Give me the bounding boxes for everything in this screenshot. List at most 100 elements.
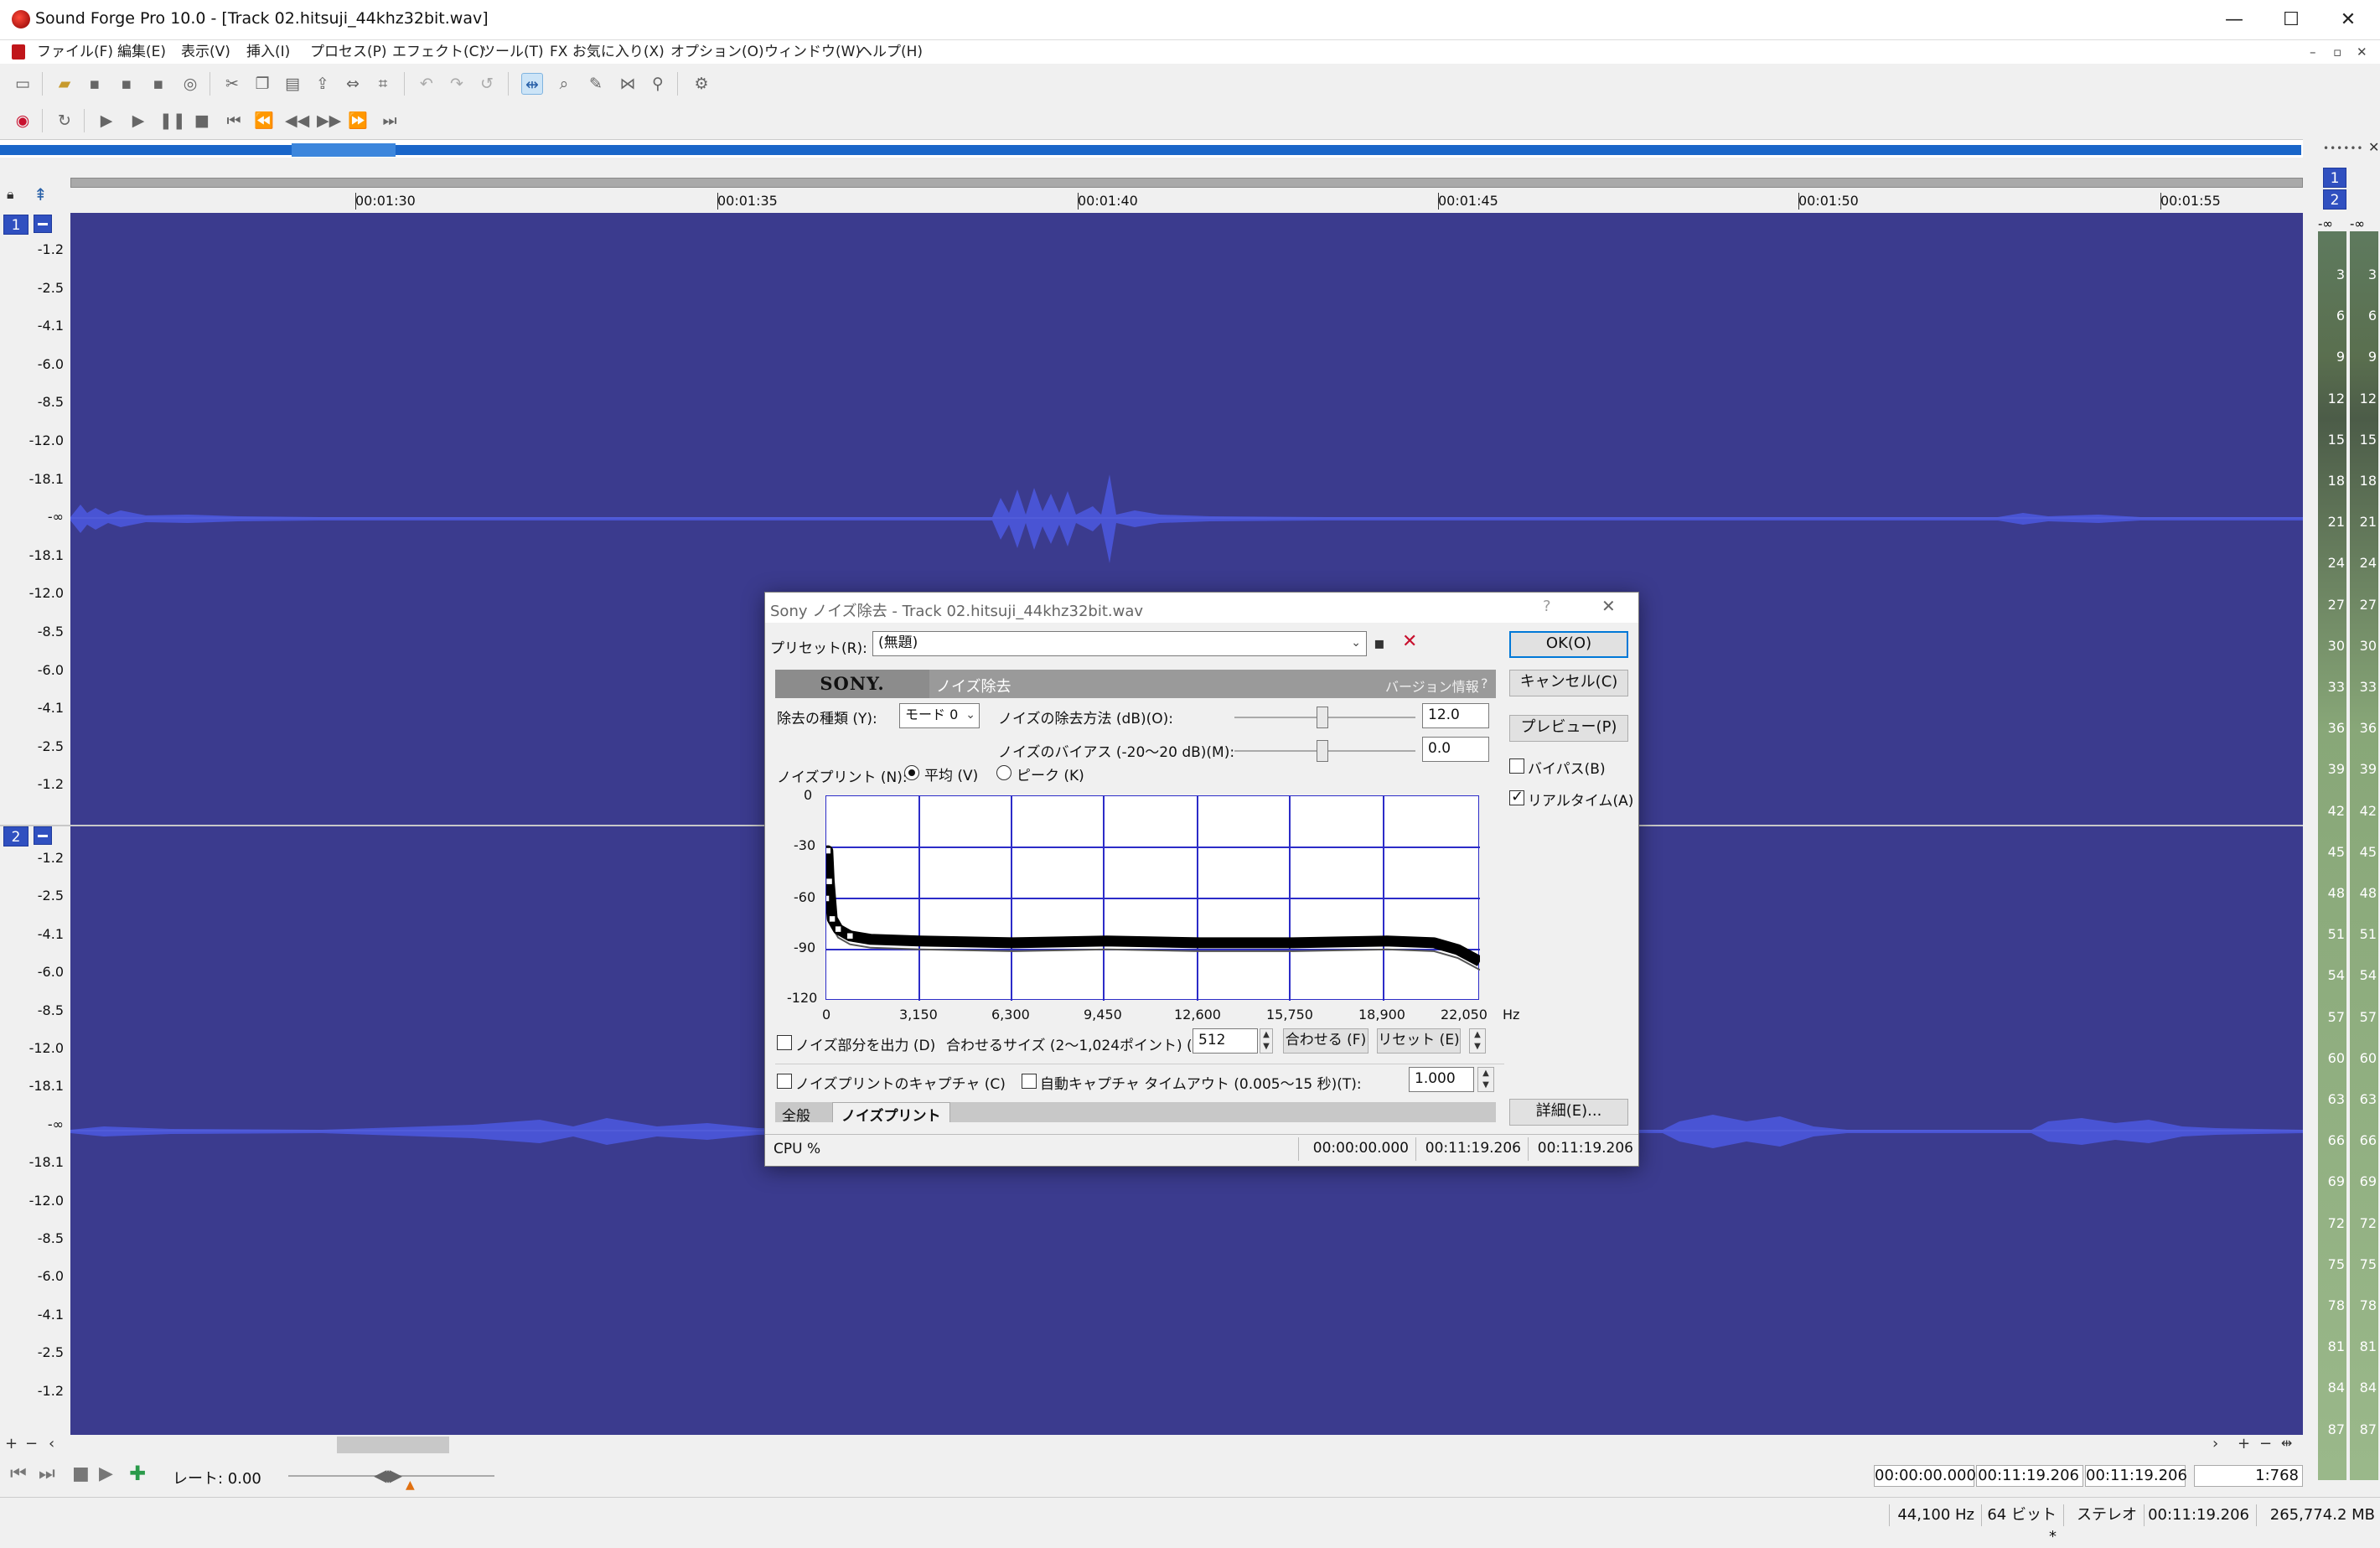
bypass-checkbox[interactable] (1509, 758, 1524, 774)
plugin-help-link[interactable]: ? (1481, 676, 1488, 691)
horizontal-scrollbar[interactable] (70, 1435, 2207, 1455)
output-noise-checkbox[interactable] (777, 1035, 792, 1050)
play-small-icon[interactable]: ▶ (99, 1463, 113, 1484)
play-icon[interactable]: ▶ (127, 110, 149, 132)
selection-end-display[interactable]: 00:11:19.206 (1976, 1465, 2083, 1487)
go-end-icon[interactable]: ⏭ (379, 110, 401, 132)
ruler-icon[interactable]: ⇞ (34, 184, 48, 205)
zoom-fit-icon[interactable]: ⇹ (2281, 1435, 2292, 1451)
menu-insert[interactable]: 挿入(I) (243, 40, 293, 64)
stop-icon[interactable]: ■ (191, 110, 213, 132)
menu-process[interactable]: プロセス(P) (307, 40, 391, 64)
new-file-icon[interactable]: ▭ (12, 73, 34, 95)
go-start-small-icon[interactable]: ⏮ (10, 1463, 27, 1484)
vu-close-icon[interactable]: ✕ (2368, 139, 2379, 155)
plugin-chainer-icon[interactable]: ⚙ (691, 73, 712, 95)
cut-icon[interactable]: ✂ (221, 73, 243, 95)
reset-button[interactable]: リセット (E) (1377, 1028, 1461, 1054)
close-button[interactable]: ✕ (2316, 0, 2380, 40)
scroll-left-icon[interactable]: ‹ (49, 1435, 54, 1452)
doc-restore-icon[interactable]: ▫ (2330, 40, 2345, 64)
fit-button[interactable]: 合わせる (F) (1283, 1028, 1368, 1054)
scroll-right-icon[interactable]: › (2212, 1435, 2218, 1452)
preview-button[interactable]: プレビュー(P) (1509, 715, 1628, 742)
time-ruler[interactable]: 00:01:30 00:01:35 00:01:40 00:01:45 00:0… (70, 174, 2303, 211)
auto-capture-spinner[interactable]: ▲ ▼ (1477, 1067, 1494, 1092)
dialog-help-button[interactable]: ? (1543, 598, 1551, 615)
copy-icon[interactable]: ❐ (251, 73, 273, 95)
overview-selection[interactable] (292, 143, 396, 157)
average-radio[interactable] (904, 765, 919, 780)
fit-size-spinner[interactable]: ▲ ▼ (1260, 1028, 1273, 1054)
loop-icon[interactable]: ↻ (54, 110, 75, 132)
save-all-icon[interactable]: ▪ (147, 73, 169, 95)
menu-tools[interactable]: ツール(T) (478, 40, 547, 64)
redo-icon[interactable]: ↷ (446, 73, 468, 95)
status-channels[interactable]: ステレオ (2063, 1504, 2142, 1526)
noiseprint-graph[interactable] (825, 795, 1480, 1001)
menu-file[interactable]: ファイル(F) (34, 40, 116, 64)
envelope-tool-icon[interactable]: ⋈ (617, 73, 639, 95)
zoom-out-level-icon[interactable]: − (25, 1435, 38, 1452)
menu-effects[interactable]: エフェクト(C) (389, 40, 488, 64)
save-as-icon[interactable]: ▪ (116, 73, 137, 95)
pencil-tool-icon[interactable]: ✎ (585, 73, 607, 95)
vu-channel-2-button[interactable]: 2 (2323, 189, 2346, 210)
save-preset-icon[interactable]: ▪ (1374, 633, 1385, 653)
method-input[interactable]: 12.0 (1422, 703, 1489, 728)
version-info-link[interactable]: バージョン情報 (1385, 676, 1479, 696)
fit-size-input[interactable]: 512 (1193, 1028, 1258, 1054)
repeat-icon[interactable]: ↺ (476, 73, 498, 95)
doc-close-icon[interactable]: ✕ (2353, 40, 2371, 64)
cancel-button[interactable]: キャンセル(C) (1509, 670, 1628, 696)
noiseprint-point[interactable] (826, 894, 830, 903)
paste-icon[interactable]: ▤ (282, 73, 303, 95)
play-all-icon[interactable]: ▶ (96, 110, 117, 132)
horizontal-scroll-thumb[interactable] (337, 1437, 449, 1453)
channel-2-button[interactable]: 2 (3, 826, 28, 846)
noiseprint-point[interactable] (834, 924, 842, 934)
noiseprint-point[interactable] (828, 914, 836, 924)
overview-bar[interactable] (0, 139, 2303, 158)
maximize-button[interactable]: ☐ (2259, 0, 2323, 40)
minimize-button[interactable]: — (2202, 0, 2266, 40)
next-marker-icon[interactable]: ⏩ (347, 110, 369, 132)
bias-input[interactable]: 0.0 (1422, 737, 1489, 762)
vu-channel-1-button[interactable]: 1 (2323, 168, 2346, 188)
channel-1-button[interactable]: 1 (3, 215, 28, 235)
status-bit-depth[interactable]: 64 ビット * (1981, 1504, 2062, 1545)
trim-icon[interactable]: ⌗ (372, 73, 394, 95)
method-slider-thumb[interactable] (1317, 707, 1328, 728)
menu-view[interactable]: 表示(V) (178, 40, 234, 64)
selection-start-display[interactable]: 00:00:00.000 (1874, 1465, 1976, 1487)
menu-window[interactable]: ウィンドウ(W) (761, 40, 864, 64)
noiseprint-point[interactable] (826, 846, 832, 855)
tab-general[interactable]: 全般 (782, 1104, 810, 1125)
menu-help[interactable]: ヘルプ(H) (855, 40, 926, 64)
doc-minimize-icon[interactable]: – (2306, 40, 2320, 64)
mix-icon[interactable]: ⇪ (312, 73, 334, 95)
zoom-in-level-icon[interactable]: + (5, 1435, 18, 1452)
bias-slider-thumb[interactable] (1317, 740, 1328, 762)
noiseprint-point[interactable] (846, 931, 855, 940)
menu-edit[interactable]: 編集(E) (114, 40, 169, 64)
crossfade-icon[interactable]: ⇔ (342, 73, 364, 95)
menu-fx-favorites[interactable]: FX お気に入り(X) (546, 40, 668, 64)
edit-tool-icon[interactable]: ⇹ (521, 73, 543, 95)
peak-radio[interactable] (996, 765, 1012, 780)
rewind-icon[interactable]: ◀◀ (285, 110, 309, 132)
realtime-checkbox[interactable] (1509, 788, 1524, 805)
ok-button[interactable]: OK(O) (1509, 631, 1628, 658)
rate-slider-thumb[interactable]: ◀◆▶ (374, 1465, 402, 1485)
zoom-out-time-icon[interactable]: − (2259, 1435, 2272, 1452)
removal-type-dropdown[interactable]: モード 0 ⌄ (899, 703, 980, 728)
go-end-small-icon[interactable]: ⏭ (39, 1463, 55, 1484)
noiseprint-point[interactable] (826, 877, 834, 886)
details-button[interactable]: 詳細(E)... (1509, 1099, 1628, 1126)
status-sample-rate[interactable]: 44,100 Hz (1889, 1504, 1979, 1526)
channel-2-minimize-icon[interactable] (34, 826, 52, 845)
auto-capture-checkbox[interactable] (1022, 1074, 1037, 1089)
capture-checkbox[interactable] (777, 1074, 792, 1089)
dialog-close-button[interactable]: ✕ (1601, 596, 1616, 616)
prev-marker-icon[interactable]: ⏪ (253, 110, 275, 132)
